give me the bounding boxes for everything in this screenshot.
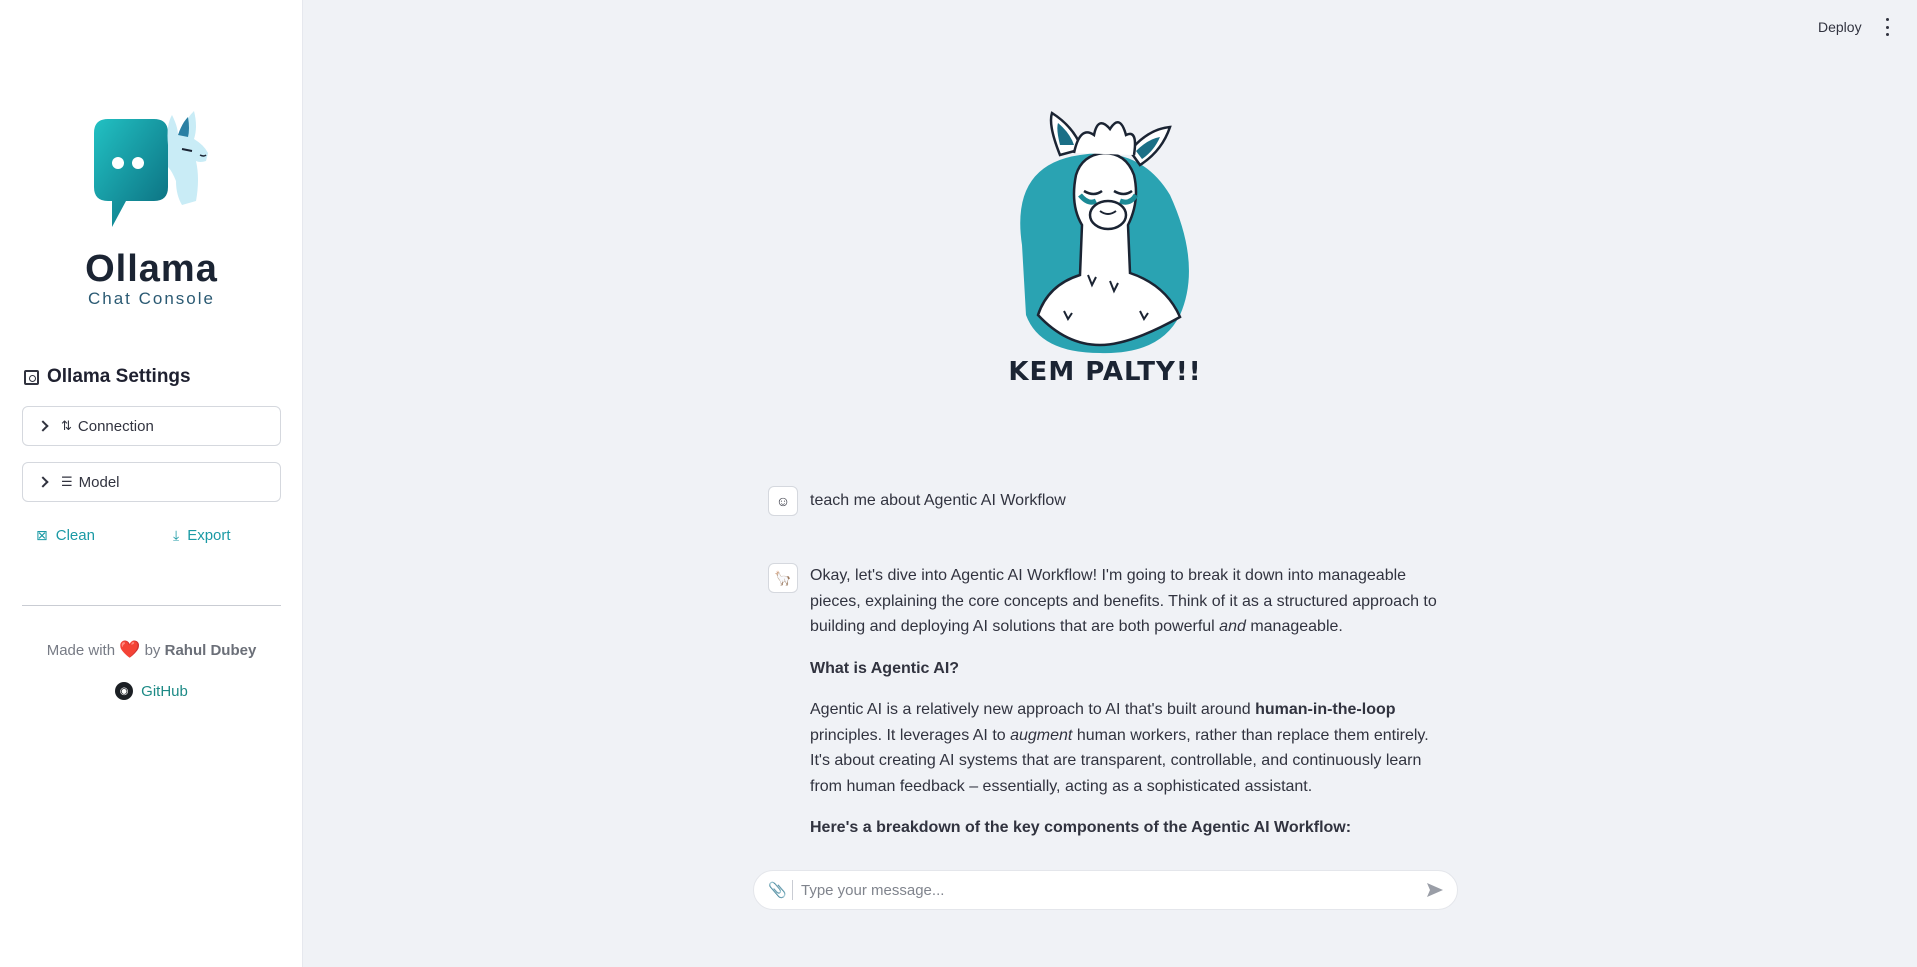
export-button[interactable]: ⤓ Export (173, 527, 231, 544)
send-icon[interactable] (1425, 880, 1445, 900)
llama-mascot-icon (1020, 111, 1189, 354)
hero-illustration: KEM PALTY!! (970, 105, 1240, 395)
export-label: Export (187, 527, 231, 544)
assistant-paragraph: Okay, let's dive into Agentic AI Workflo… (810, 567, 1437, 635)
logo: Ollama Chat Console (0, 105, 303, 309)
settings-icon (24, 369, 39, 385)
clear-icon: ⊠ (36, 527, 48, 543)
user-avatar-icon: ☺ (768, 486, 798, 516)
chevron-right-icon (37, 420, 49, 432)
assistant-avatar-icon: 🦙 (768, 563, 798, 593)
settings-heading: Ollama Settings (24, 366, 191, 388)
message-input[interactable] (801, 881, 1425, 899)
settings-title: Ollama Settings (47, 366, 191, 387)
connection-label: Connection (77, 417, 154, 435)
app-subtitle: Chat Console (87, 289, 215, 308)
model-label: Model (78, 473, 120, 491)
clean-button[interactable]: ⊠ Clean (36, 527, 95, 544)
github-icon: ◉ (115, 682, 134, 700)
chevron-right-icon (37, 476, 49, 488)
user-message: ☺ teach me about Agentic AI Workflow (768, 471, 1453, 531)
connection-icon: ⇅ (61, 418, 72, 433)
more-menu-icon[interactable] (1884, 18, 1890, 36)
user-message-text: teach me about Agentic AI Workflow (810, 492, 1066, 509)
sidebar-divider (22, 605, 281, 606)
heart-icon: ❤️ (119, 640, 141, 659)
chat-input-bar: 📎 (753, 870, 1458, 910)
sidebar: Ollama Chat Console Ollama Settings ⇅ Co… (0, 0, 303, 967)
ollama-logo-icon (93, 111, 208, 227)
input-separator (792, 880, 793, 900)
assistant-heading: What is Agentic AI? (810, 659, 960, 677)
app-title: Ollama (85, 248, 218, 290)
made-with-text: Made with (46, 642, 116, 659)
assistant-paragraph: Agentic AI is a relatively new approach … (810, 701, 1429, 795)
github-link[interactable]: ◉ GitHub (0, 682, 303, 700)
hero-caption: KEM PALTY!! (1008, 357, 1202, 387)
model-expander[interactable]: ☰ Model (22, 462, 281, 502)
clean-label: Clean (55, 527, 95, 544)
attach-icon[interactable]: 📎 (768, 881, 788, 899)
assistant-message: 🦙 Okay, let's dive into Agentic AI Workf… (768, 563, 1453, 857)
database-icon: ☰ (61, 474, 73, 489)
assistant-heading: Here's a breakdown of the key components… (810, 819, 1352, 836)
github-label: GitHub (141, 682, 188, 700)
connection-expander[interactable]: ⇅ Connection (22, 406, 281, 446)
by-text: by (144, 642, 161, 659)
assistant-message-body: Okay, let's dive into Agentic AI Workflo… (810, 563, 1450, 857)
deploy-button[interactable]: Deploy (1818, 19, 1862, 35)
download-icon: ⤓ (173, 527, 180, 543)
author-name: Rahul Dubey (164, 642, 257, 659)
footer-credit: Made with ❤️ by Rahul Dubey (0, 640, 303, 660)
